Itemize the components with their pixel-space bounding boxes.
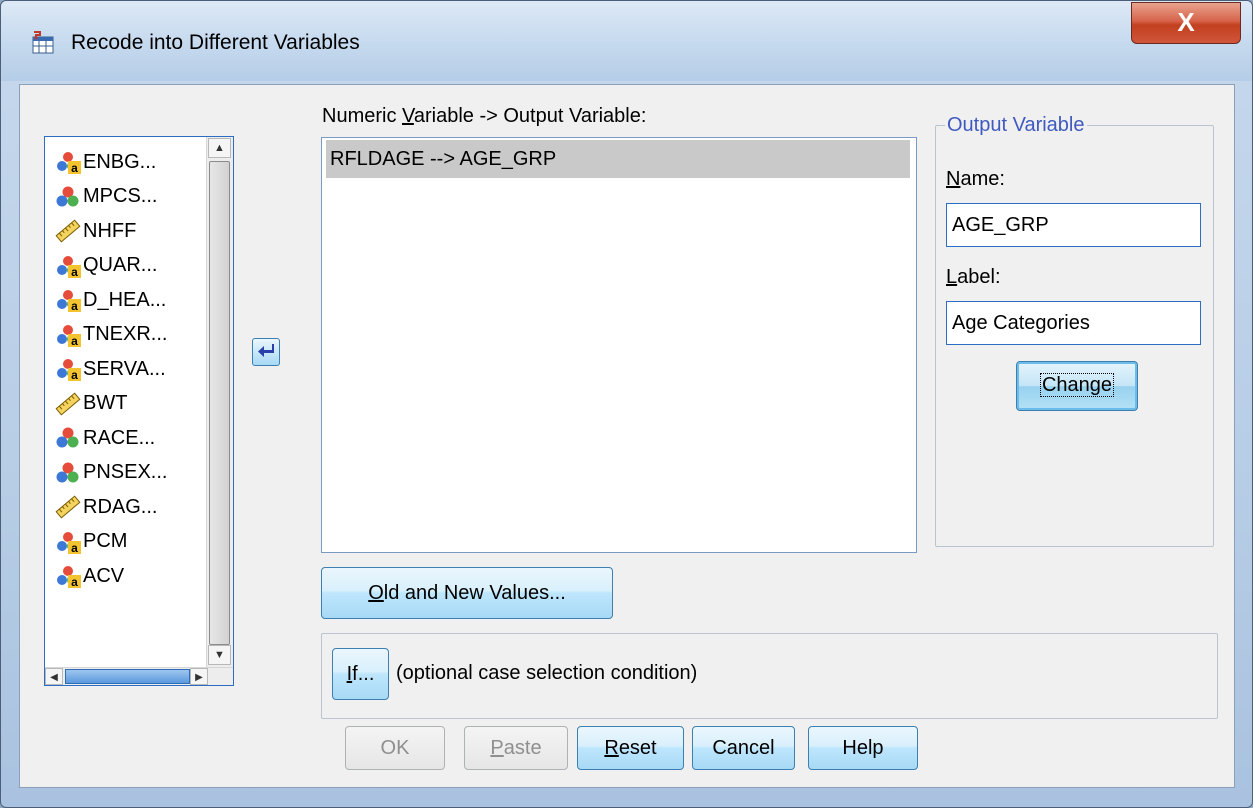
reset-button[interactable]: Reset — [577, 726, 684, 770]
variable-item[interactable]: a PCM — [55, 525, 205, 559]
variable-label: ACV — [83, 564, 125, 587]
move-variable-button[interactable] — [252, 338, 280, 366]
ok-button[interactable]: OK — [345, 726, 445, 770]
if-condition-panel: If... (optional case selection condition… — [321, 633, 1218, 719]
svg-text:a: a — [71, 334, 78, 347]
old-and-new-values-button[interactable]: Old and New Values... — [321, 567, 613, 619]
svg-text:a: a — [71, 265, 78, 278]
source-variable-list[interactable]: a ENBG... MPCS... NHFF a QUAR... a D_HEA... a TNE… — [44, 136, 234, 686]
mapping-list[interactable]: RFLDAGE --> AGE_GRP — [321, 137, 917, 553]
variable-item[interactable]: RDAG... — [55, 490, 205, 524]
cancel-button[interactable]: Cancel — [692, 726, 795, 770]
nominal-string-icon: a — [55, 357, 83, 381]
label-label: Label: — [946, 266, 1001, 288]
variable-label: QUAR... — [83, 254, 158, 276]
variable-label: RDAG... — [83, 495, 158, 518]
variable-label: RACE... — [83, 426, 156, 449]
name-label: Name: — [946, 168, 1005, 190]
if-condition-text: (optional case selection condition) — [396, 662, 698, 684]
svg-text:a: a — [71, 161, 78, 174]
variable-item[interactable]: a SERVA... — [55, 352, 205, 386]
mapping-label: Numeric Variable -> Output Variable: — [322, 105, 647, 127]
scroll-right-arrow-icon[interactable]: ▶ — [190, 668, 208, 685]
dialog-body: a ENBG... MPCS... NHFF a QUAR... a D_HEA... a TNE… — [19, 84, 1235, 788]
mapping-row[interactable]: RFLDAGE --> AGE_GRP — [326, 140, 910, 178]
variable-item[interactable]: a D_HEA... — [55, 283, 205, 317]
horizontal-scrollbar[interactable]: ◀ ▶ — [45, 667, 233, 685]
variable-label: SERVA... — [83, 357, 166, 380]
name-field[interactable]: AGE_GRP — [946, 203, 1201, 247]
output-variable-group: Output Variable Name: AGE_GRP Label: Age… — [935, 114, 1214, 547]
label-field[interactable]: Age Categories — [946, 301, 1201, 345]
change-button[interactable]: Change — [1016, 361, 1138, 411]
variable-item[interactable]: a ENBG... — [55, 145, 205, 179]
paste-button[interactable]: Paste — [464, 726, 568, 770]
variable-label: NHFF — [83, 219, 137, 242]
variable-label: PCM — [83, 530, 128, 552]
nominal-icon — [55, 461, 83, 485]
nominal-string-icon: a — [55, 288, 83, 312]
variable-item[interactable]: PNSEX... — [55, 456, 205, 490]
variable-item[interactable]: a QUAR... — [55, 249, 205, 283]
variable-label: D_HEA... — [83, 288, 167, 311]
variable-item[interactable]: BWT — [55, 387, 205, 421]
nominal-string-icon: a — [55, 323, 83, 347]
svg-text:a: a — [71, 541, 78, 554]
title-bar[interactable]: Recode into Different Variables X — [1, 1, 1252, 81]
svg-text:a: a — [71, 368, 78, 381]
scroll-down-arrow-icon[interactable]: ▼ — [208, 645, 231, 665]
scale-ruler-icon — [55, 392, 83, 416]
close-button[interactable]: X — [1131, 2, 1241, 44]
svg-text:a: a — [71, 575, 78, 588]
dialog-window: Recode into Different Variables X a ENBG.… — [0, 0, 1253, 808]
variable-label: TNEXR... — [83, 323, 168, 345]
if-button[interactable]: If... — [332, 648, 389, 700]
variable-item[interactable]: MPCS... — [55, 180, 205, 214]
nominal-string-icon: a — [55, 530, 83, 554]
help-button[interactable]: Help — [808, 726, 918, 770]
nominal-string-icon: a — [55, 564, 83, 588]
variable-label: ENBG... — [83, 150, 157, 173]
horizontal-scroll-thumb[interactable] — [65, 669, 190, 684]
variable-item[interactable]: NHFF — [55, 214, 205, 248]
nominal-string-icon: a — [55, 254, 83, 278]
scale-ruler-icon — [55, 495, 83, 519]
variable-label: MPCS... — [83, 185, 158, 207]
svg-text:a: a — [71, 299, 78, 312]
variable-item[interactable]: a ACV — [55, 559, 205, 593]
recode-app-icon — [31, 31, 57, 55]
vertical-scroll-thumb[interactable] — [209, 161, 230, 645]
nominal-string-icon: a — [55, 150, 83, 174]
nominal-icon — [55, 185, 83, 209]
scroll-up-arrow-icon[interactable]: ▲ — [208, 138, 231, 158]
output-variable-legend: Output Variable — [945, 114, 1087, 137]
variable-item[interactable]: RACE... — [55, 421, 205, 455]
window-title: Recode into Different Variables — [71, 31, 360, 54]
nominal-icon — [55, 426, 83, 450]
variable-label: BWT — [83, 392, 128, 414]
variable-label: PNSEX... — [83, 461, 168, 483]
scale-ruler-icon — [55, 219, 83, 243]
arrow-left-icon — [258, 344, 274, 357]
variable-item[interactable]: a TNEXR... — [55, 318, 205, 352]
vertical-scrollbar[interactable]: ▲ ▼ — [206, 137, 233, 667]
scroll-left-arrow-icon[interactable]: ◀ — [45, 668, 63, 685]
